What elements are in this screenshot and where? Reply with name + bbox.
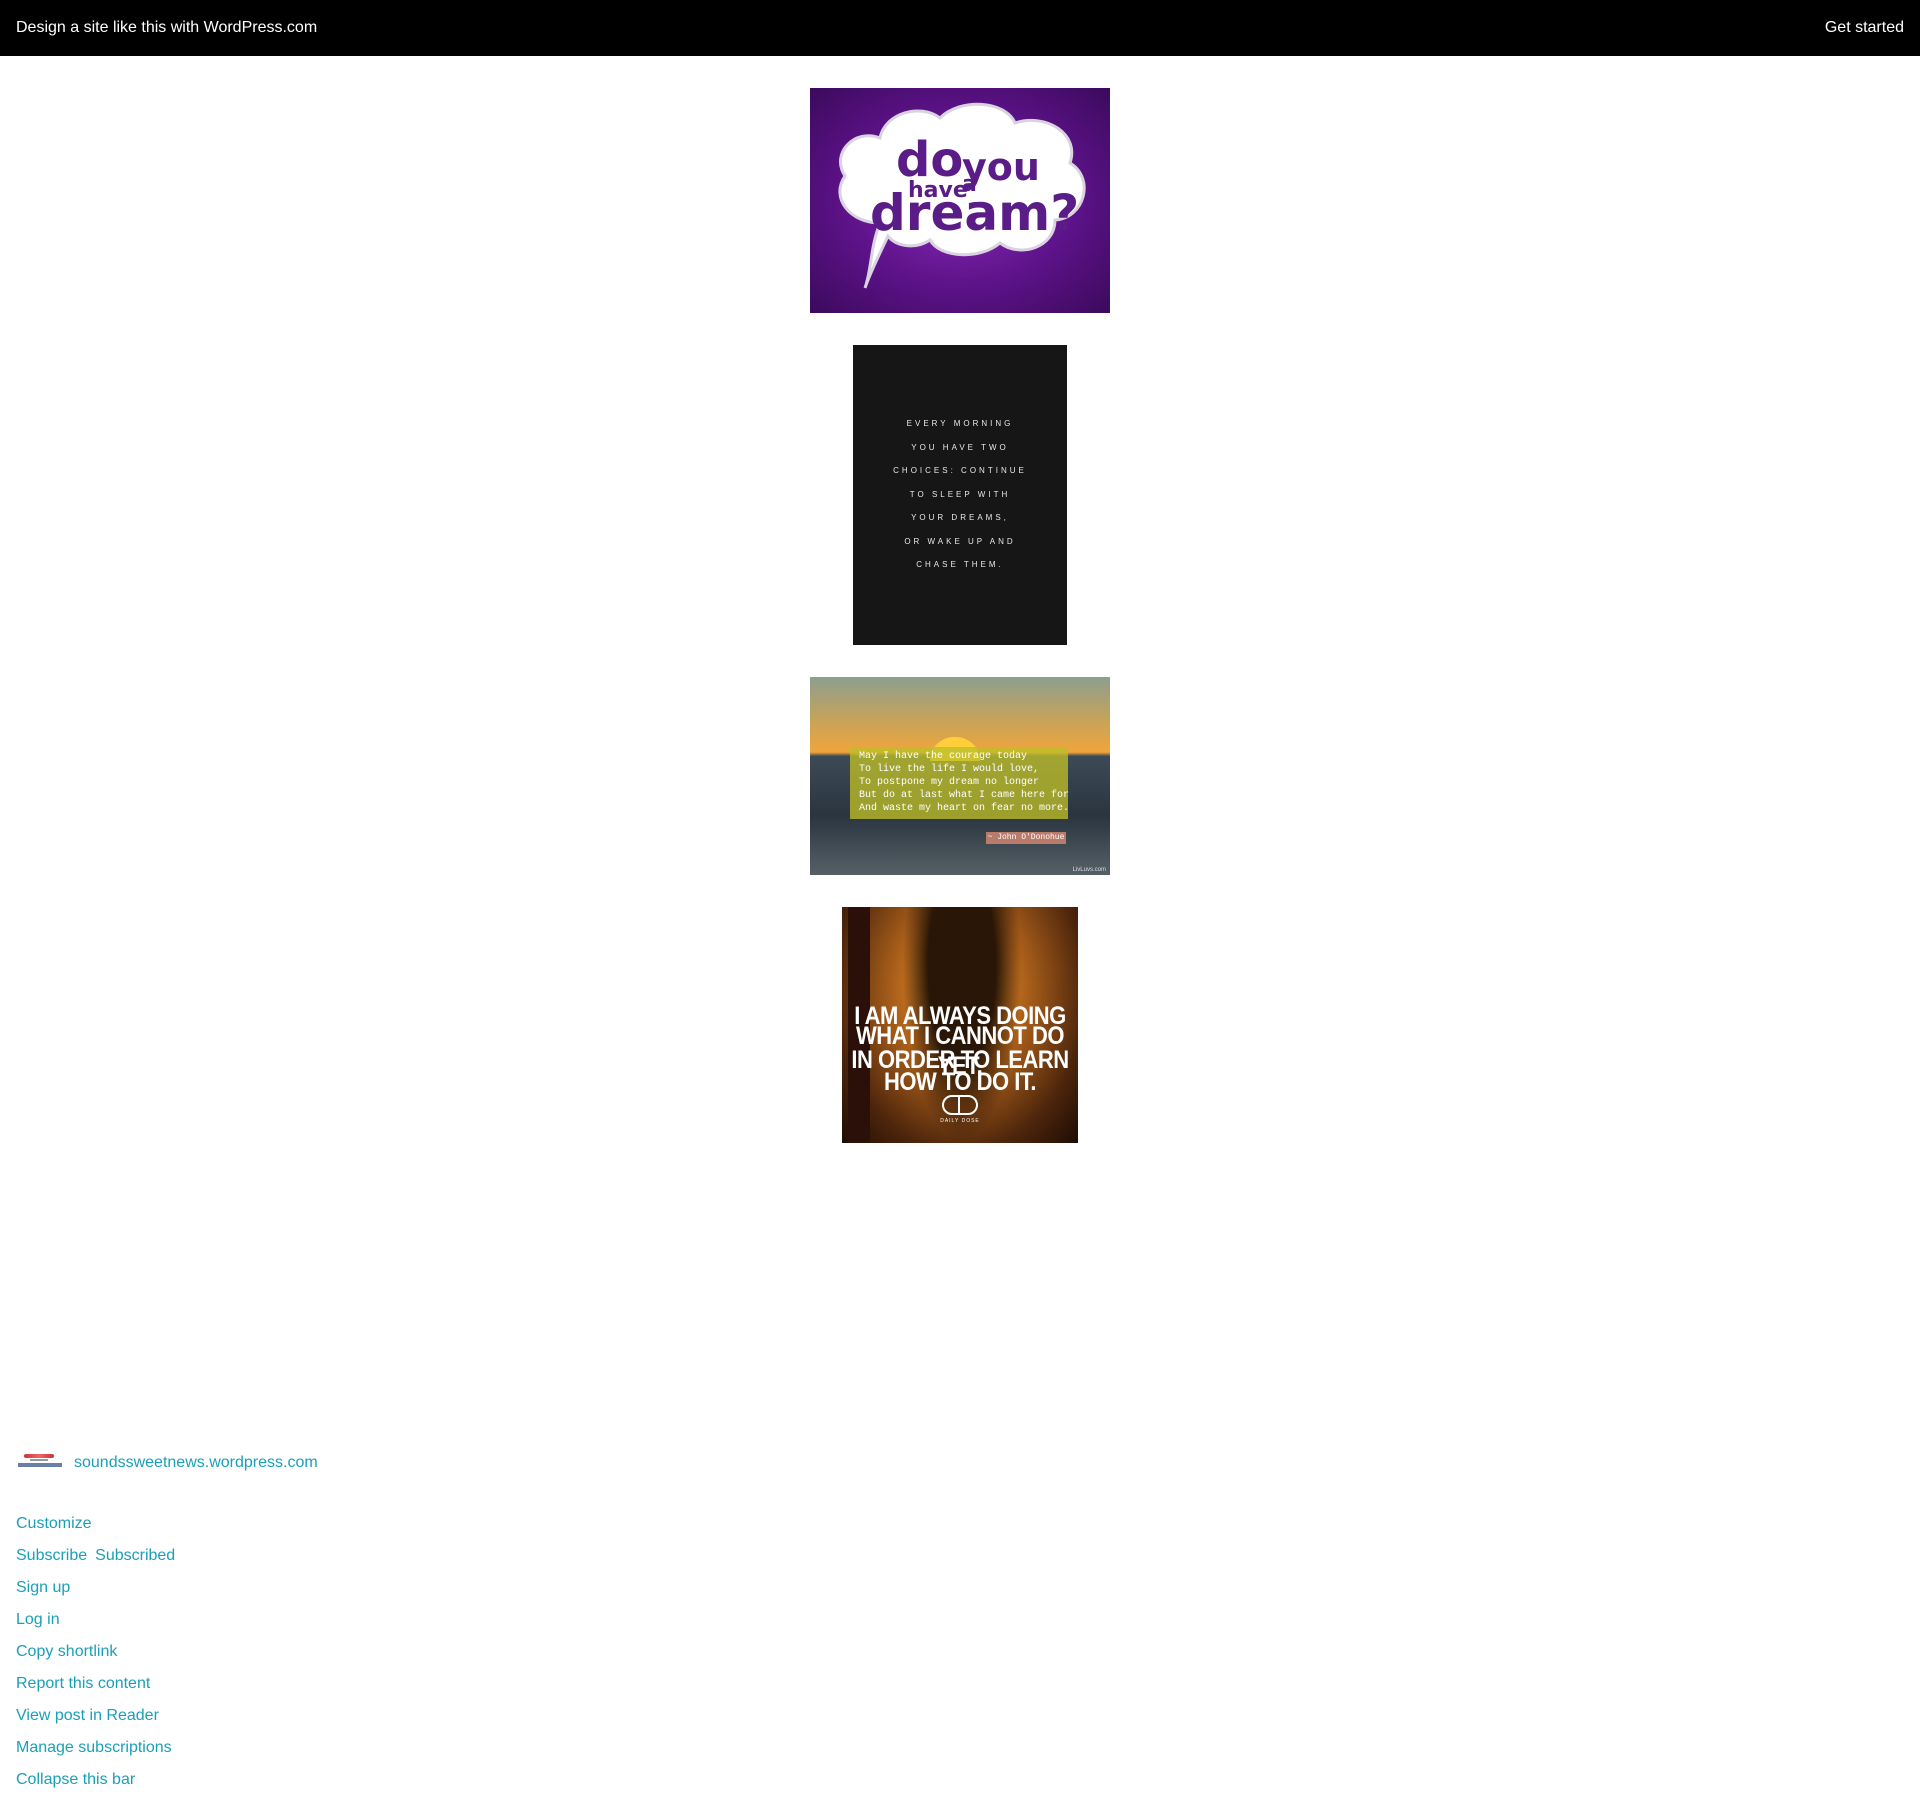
site-logo-icon[interactable]	[16, 1452, 64, 1474]
logo-stripe	[30, 1459, 48, 1461]
dream-word-do: do	[896, 132, 964, 188]
quote-line: HOW TO DO IT.	[884, 1067, 1036, 1096]
quote-line: To postpone my dream no longer	[859, 777, 1040, 788]
quote-line: TO SLEEP WITH	[909, 490, 1011, 499]
wpcom-marketing-bar: Design a site like this with WordPress.c…	[0, 0, 1920, 56]
quote-line: And waste my heart on fear no more.	[859, 803, 1070, 814]
quote-line: OR WAKE UP AND	[904, 537, 1016, 546]
collapse-bar-link[interactable]: Collapse this bar	[16, 1768, 175, 1800]
site-name-link[interactable]: soundssweetnews.wordpress.com	[74, 1454, 318, 1472]
quote-author: ~ John O'Donohue	[986, 832, 1066, 844]
quote-line: CHASE THEM.	[916, 560, 1004, 569]
design-site-link[interactable]: Design a site like this with WordPress.c…	[16, 19, 317, 37]
quote-line: To live the life I would love,	[859, 764, 1040, 775]
quote-line: EVERY MORNING	[906, 419, 1014, 428]
quote-line: YOUR DREAMS,	[911, 513, 1009, 522]
customize-link[interactable]: Customize	[16, 1512, 175, 1544]
image-watermark: LivLuvs.com	[1072, 867, 1106, 873]
report-content-link[interactable]: Report this content	[16, 1672, 175, 1704]
logo-stripe	[24, 1454, 54, 1458]
dream-word-dream: dream?	[870, 184, 1080, 242]
log-in-link[interactable]: Log in	[16, 1608, 175, 1640]
manage-subscriptions-link[interactable]: Manage subscriptions	[16, 1736, 175, 1768]
every-morning-quote-image: EVERY MORNING YOU HAVE TWO CHOICES: CONT…	[853, 345, 1067, 645]
site-identity: soundssweetnews.wordpress.com	[16, 1452, 318, 1474]
get-started-link[interactable]: Get started	[1825, 19, 1904, 37]
subscribed-link[interactable]: Subscribed	[95, 1544, 175, 1576]
actions-bar-menu: Customize Subscribe Subscribed Sign up L…	[16, 1512, 175, 1800]
daily-dose-logo-icon	[942, 1095, 978, 1115]
copy-shortlink-link[interactable]: Copy shortlink	[16, 1640, 175, 1672]
sign-up-link[interactable]: Sign up	[16, 1576, 175, 1608]
view-in-reader-link[interactable]: View post in Reader	[16, 1704, 175, 1736]
quote-line: YOU HAVE TWO	[911, 443, 1009, 452]
quote-line: CHOICES: CONTINUE	[893, 466, 1027, 475]
sunset-courage-quote-image: May I have the courage today To live the…	[810, 677, 1110, 875]
subscribe-link[interactable]: Subscribe	[16, 1544, 87, 1576]
logo-stripe	[18, 1463, 62, 1467]
subscribe-row: Subscribe Subscribed	[16, 1544, 175, 1576]
always-doing-quote-image: I AM ALWAYS DOING WHAT I CANNOT DO YET, …	[842, 907, 1078, 1143]
logo-text: DAILY DOSE	[940, 1118, 980, 1124]
dream-bubble-image: do you have a dream?	[810, 88, 1110, 313]
quote-line: May I have the courage today	[859, 751, 1028, 762]
logo-divider	[958, 1095, 960, 1115]
quote-line: But do at last what I came here for	[859, 790, 1070, 801]
